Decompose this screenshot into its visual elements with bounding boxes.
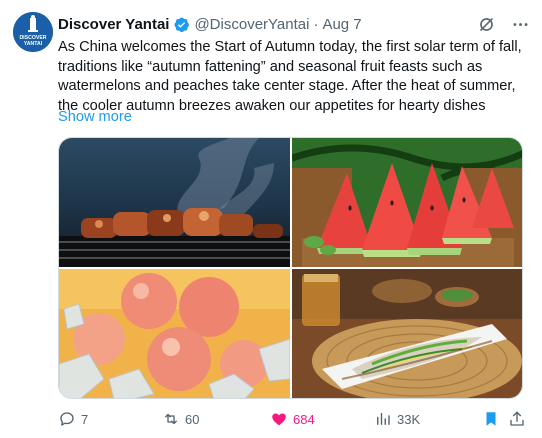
handle[interactable]: @DiscoverYantai (194, 16, 309, 33)
more-icon[interactable] (510, 14, 530, 34)
views-icon (377, 413, 390, 425)
reply-icon (60, 412, 74, 426)
like-count: 684 (293, 411, 315, 427)
display-name[interactable]: Discover Yantai (58, 16, 169, 33)
post-date[interactable]: Aug 7 (322, 16, 361, 33)
bookmark-button[interactable] (482, 408, 505, 430)
reply-button[interactable]: 7 (58, 408, 88, 430)
tweet-card[interactable]: DISCOVER YANTAI Discover Yantai @Discove… (0, 0, 542, 438)
action-bar: 7 60 684 33K (58, 408, 528, 430)
tweet-text: As China welcomes the Start of Autumn to… (58, 39, 522, 114)
like-button[interactable]: 684 (270, 408, 315, 430)
media-grid (58, 137, 523, 399)
retweet-button[interactable]: 60 (162, 408, 199, 430)
grilled-skewers-photo[interactable] (59, 138, 290, 267)
steamed-fish-dish-photo[interactable] (292, 269, 522, 398)
peaches-on-ice-photo[interactable] (59, 269, 290, 398)
separator-dot: · (313, 15, 319, 33)
retweet-count: 60 (185, 411, 200, 427)
show-more-link[interactable]: Show more (58, 109, 132, 125)
reply-count: 7 (81, 411, 89, 427)
share-icon (510, 411, 524, 426)
share-button[interactable] (508, 408, 531, 430)
watermelon-slices-photo[interactable] (292, 138, 522, 267)
grok-icon[interactable] (476, 14, 496, 34)
avatar-text-2: YANTAI (24, 41, 43, 47)
like-icon (272, 413, 286, 426)
views-button[interactable]: 33K (374, 408, 420, 430)
tweet-header: Discover Yantai @DiscoverYantai · Aug 7 (58, 14, 530, 34)
retweet-icon (165, 413, 177, 425)
verified-badge-icon (173, 16, 190, 33)
avatar[interactable]: DISCOVER YANTAI (13, 12, 53, 52)
views-count: 33K (397, 411, 421, 427)
bookmark-icon (486, 412, 496, 426)
